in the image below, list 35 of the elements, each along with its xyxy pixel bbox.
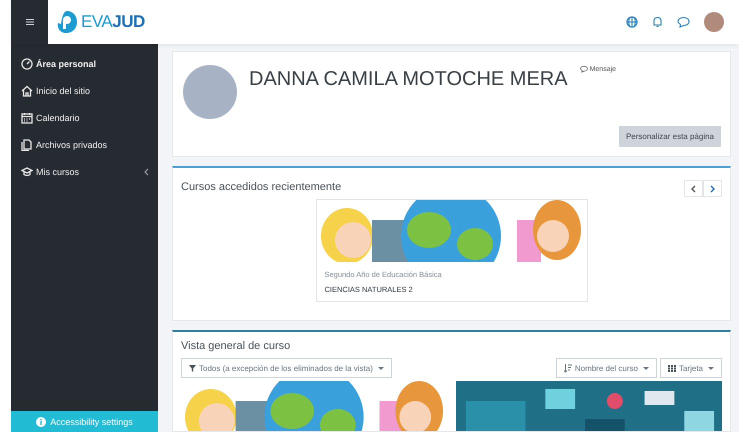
info-icon [36, 416, 46, 426]
home-icon [21, 84, 33, 96]
menu-icon [26, 18, 34, 26]
calendar-icon [21, 112, 33, 124]
user-name: DANNA CAMILA MOTOCHE MERA [249, 68, 568, 91]
logo-icon[interactable] [56, 10, 78, 34]
cap-icon [21, 166, 33, 178]
section-title: Cursos accedidos recientemente [181, 180, 342, 192]
section-title: Vista general de curso [181, 340, 292, 352]
next-button[interactable] [703, 180, 722, 197]
previous-button[interactable] [684, 180, 703, 197]
sort-icon [564, 364, 572, 372]
sidebar-item[interactable]: Área personal [11, 50, 158, 77]
sidebar-item[interactable]: Mis cursos [11, 158, 158, 185]
chat-icon[interactable] [677, 16, 690, 28]
bell-icon[interactable] [652, 16, 663, 28]
chevron-right-icon [710, 184, 715, 192]
sidebar-item[interactable]: Calendario [11, 104, 158, 131]
chat-icon [580, 65, 588, 73]
sort-dropdown[interactable]: Nombre del curso [556, 358, 657, 378]
avatar[interactable] [704, 12, 724, 32]
filter-dropdown[interactable]: Todos (a excepción de los eliminados de la vista) [181, 358, 392, 378]
grid-icon [668, 364, 676, 372]
sidebar-item[interactable]: Inicio del sitio [11, 77, 158, 104]
dashboard-icon [21, 58, 33, 70]
globe-icon[interactable] [626, 16, 638, 28]
chevron-left-icon [691, 184, 696, 192]
files-icon [21, 138, 33, 150]
view-dropdown[interactable]: Tarjeta [660, 358, 722, 378]
logo-text: EVAJUD [81, 12, 145, 32]
chevron-left-icon[interactable] [144, 168, 149, 176]
profile-photo [183, 65, 237, 119]
sidebar-item[interactable]: Archivos privados [11, 131, 158, 158]
filter-icon [189, 364, 196, 372]
customize-page-button[interactable]: Personalizar esta página [618, 126, 721, 147]
